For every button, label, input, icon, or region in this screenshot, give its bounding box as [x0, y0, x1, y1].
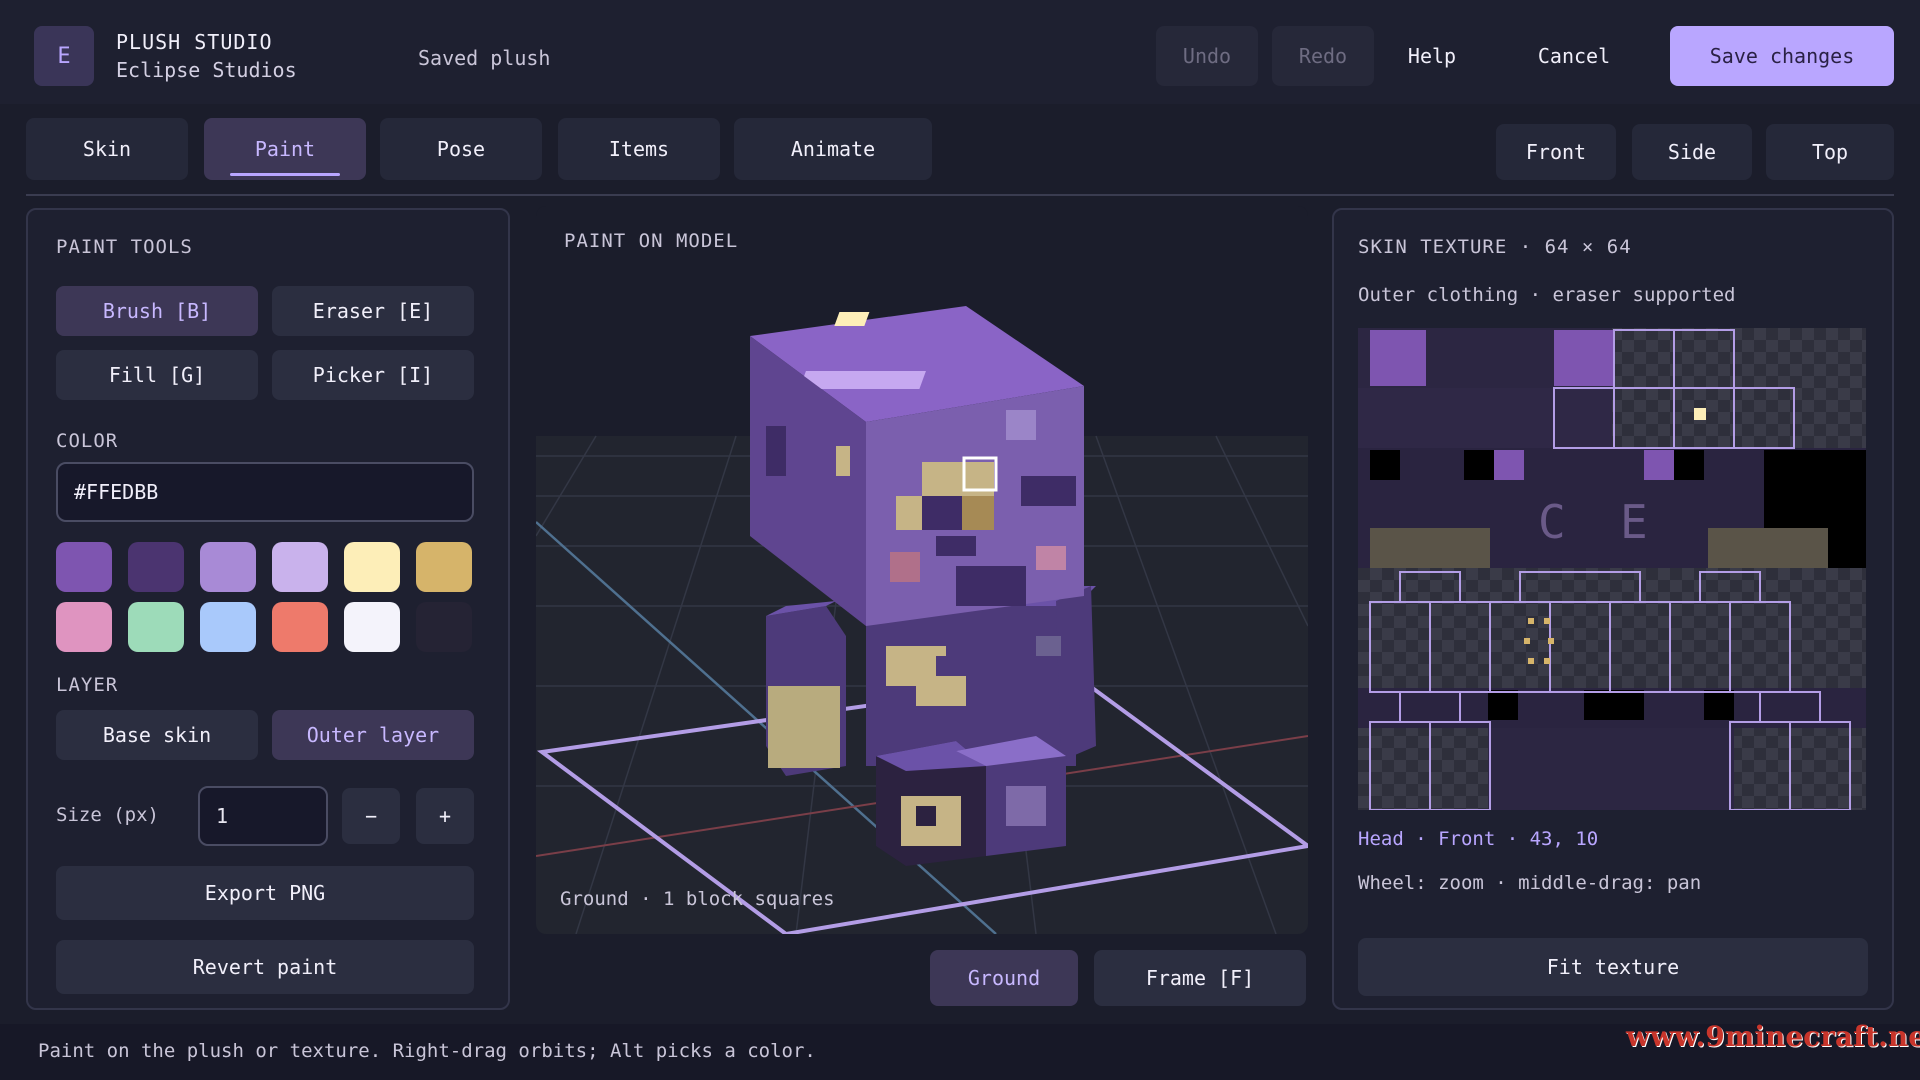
paint-tools-title: PAINT TOOLS	[56, 236, 193, 258]
redo-button[interactable]: Redo	[1272, 26, 1374, 86]
fill-tool-button[interactable]: Fill [G]	[56, 350, 258, 400]
texture-hint: Wheel: zoom · middle-drag: pan	[1358, 872, 1702, 894]
color-swatch[interactable]	[128, 602, 184, 652]
color-swatch[interactable]	[416, 542, 472, 592]
tab-skin[interactable]: Skin	[26, 118, 188, 180]
ground-toggle-button[interactable]: Ground	[930, 950, 1078, 1006]
status-text: Paint on the plush or texture. Right-dra…	[38, 1040, 816, 1062]
texture-title: SKIN TEXTURE · 64 × 64	[1358, 236, 1632, 258]
help-button[interactable]: Help	[1386, 26, 1478, 86]
color-hex-value: #FFEDBB	[74, 480, 159, 504]
skin-texture-image[interactable]: C E	[1358, 328, 1866, 810]
color-swatch[interactable]	[200, 602, 256, 652]
frame-button[interactable]: Frame [F]	[1094, 950, 1306, 1006]
color-swatch[interactable]	[272, 542, 328, 592]
color-swatch[interactable]	[128, 542, 184, 592]
top-bar: E PLUSH STUDIO Eclipse Studios Saved plu…	[0, 0, 1920, 104]
save-changes-button[interactable]: Save changes	[1670, 26, 1894, 86]
view-front-button[interactable]: Front	[1496, 124, 1616, 180]
save-status: Saved plush	[418, 46, 551, 70]
color-swatch[interactable]	[344, 542, 400, 592]
color-swatch[interactable]	[416, 602, 472, 652]
fit-texture-button[interactable]: Fit texture	[1358, 938, 1868, 996]
view-side-button[interactable]: Side	[1632, 124, 1752, 180]
svg-text:E: E	[1620, 495, 1648, 549]
export-png-button[interactable]: Export PNG	[56, 866, 474, 920]
undo-button[interactable]: Undo	[1156, 26, 1258, 86]
skin-texture-canvas[interactable]: C E	[1358, 328, 1866, 810]
tab-paint[interactable]: Paint	[204, 118, 366, 180]
brush-size-input[interactable]: 1	[198, 786, 328, 846]
logo-letter: E	[57, 43, 71, 69]
cancel-button[interactable]: Cancel	[1494, 26, 1654, 86]
color-swatch[interactable]	[56, 542, 112, 592]
app-title: PLUSH STUDIO	[116, 30, 273, 54]
app-subtitle: Eclipse Studios	[116, 58, 297, 82]
model-viewport[interactable]: PAINT ON MODEL Ground · 1 block squares	[536, 206, 1308, 934]
picker-tool-button[interactable]: Picker [I]	[272, 350, 474, 400]
color-swatch[interactable]	[344, 602, 400, 652]
size-label: Size (px)	[56, 804, 159, 826]
tab-items[interactable]: Items	[558, 118, 720, 180]
size-increase-button[interactable]: +	[416, 788, 474, 844]
color-swatch[interactable]	[56, 602, 112, 652]
eraser-tool-button[interactable]: Eraser [E]	[272, 286, 474, 336]
model-render[interactable]	[536, 206, 1308, 934]
viewport-title: PAINT ON MODEL	[564, 230, 739, 252]
view-top-button[interactable]: Top	[1766, 124, 1894, 180]
revert-paint-button[interactable]: Revert paint	[56, 940, 474, 994]
watermark: www.9minecraft.net	[1626, 1020, 1920, 1053]
brush-size-value: 1	[216, 804, 229, 828]
tab-pose[interactable]: Pose	[380, 118, 542, 180]
color-swatch[interactable]	[200, 542, 256, 592]
viewport-footer: Ground · 1 block squares	[560, 888, 835, 910]
color-swatch[interactable]	[272, 602, 328, 652]
svg-text:C: C	[1538, 495, 1566, 549]
app-logo: E	[34, 26, 94, 86]
texture-subtitle: Outer clothing · eraser supported	[1358, 284, 1736, 306]
tab-animate[interactable]: Animate	[734, 118, 932, 180]
outer-layer-button[interactable]: Outer layer	[272, 710, 474, 760]
tabs-divider	[26, 194, 1894, 196]
texture-hover-info: Head · Front · 43, 10	[1358, 828, 1599, 850]
size-decrease-button[interactable]: −	[342, 788, 400, 844]
tabs-row: Skin Paint Pose Items Animate Front Side…	[0, 104, 1920, 196]
base-skin-layer-button[interactable]: Base skin	[56, 710, 258, 760]
color-label: COLOR	[56, 430, 119, 452]
color-hex-input[interactable]: #FFEDBB	[56, 462, 474, 522]
layer-label: LAYER	[56, 674, 119, 696]
brush-tool-button[interactable]: Brush [B]	[56, 286, 258, 336]
